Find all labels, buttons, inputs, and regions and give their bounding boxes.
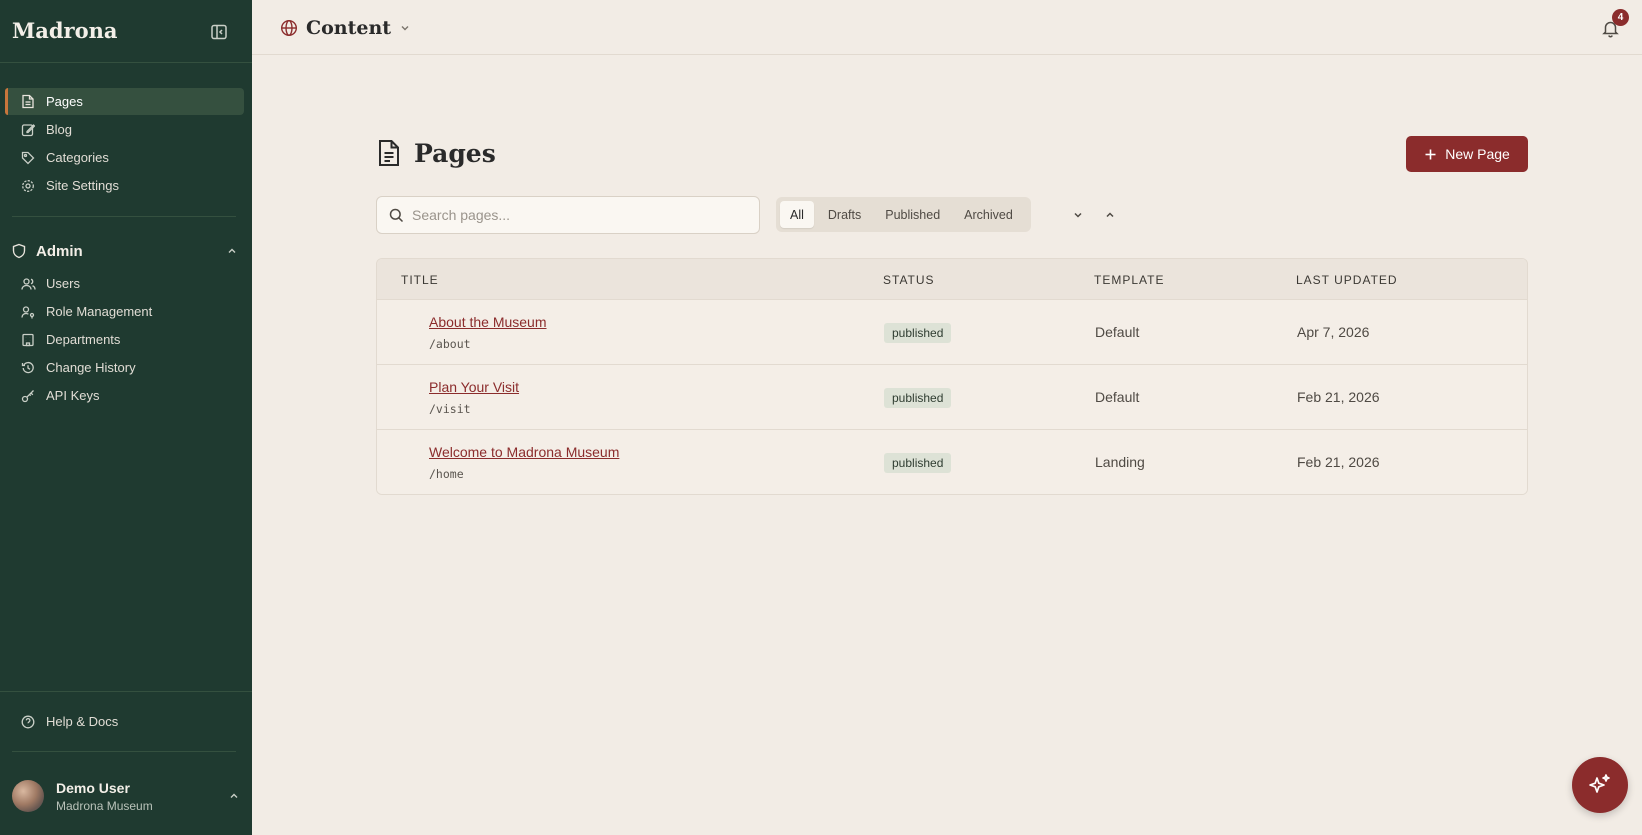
column-template[interactable]: TEMPLATE <box>1094 273 1164 287</box>
search-icon <box>389 208 404 222</box>
new-page-button[interactable]: New Page <box>1406 136 1528 172</box>
sidebar-item-label: Blog <box>46 122 73 137</box>
document-icon <box>379 140 399 166</box>
globe-icon <box>280 19 298 37</box>
sidebar-item-label: Departments <box>46 332 121 347</box>
building-icon <box>20 332 36 348</box>
sidebar-toggle-icon <box>211 24 227 40</box>
workspace-switcher[interactable]: Content <box>280 16 411 40</box>
page-template: Default <box>1095 324 1140 340</box>
sidebar-item-label: Role Management <box>46 304 153 319</box>
admin-section-toggle[interactable]: Admin <box>12 240 238 262</box>
status-badge: published <box>884 453 952 473</box>
topbar: Content 4 <box>252 0 1642 55</box>
sidebar-item-label: Users <box>46 276 80 291</box>
sidebar-item-label: Help & Docs <box>46 714 119 729</box>
user-info: Demo User Madrona Museum <box>56 780 153 813</box>
sidebar-item-pages[interactable]: Pages <box>5 88 244 115</box>
key-icon <box>20 388 36 404</box>
pages-table: TITLE STATUS TEMPLATE LAST UPDATED About… <box>376 258 1528 495</box>
chevron-up-icon <box>228 790 240 802</box>
file-icon <box>20 94 36 110</box>
user-name: Demo User <box>56 779 130 796</box>
sidebar-item-label: Change History <box>46 360 136 375</box>
sidebar-item-label: Categories <box>46 150 109 165</box>
page-slug: /visit <box>429 402 471 416</box>
sidebar-item-api-keys[interactable]: API Keys <box>5 382 244 409</box>
chevron-down-icon <box>401 26 409 31</box>
page-title-link[interactable]: Plan Your Visit <box>429 379 519 395</box>
sparkle-icon <box>1589 774 1610 793</box>
notifications-button[interactable]: 4 <box>1598 9 1629 40</box>
filter-drafts[interactable]: Drafts <box>818 201 871 228</box>
status-badge: published <box>884 388 952 408</box>
history-icon <box>20 360 36 376</box>
page-last-updated: Apr 7, 2026 <box>1297 324 1370 340</box>
page-slug: /about <box>429 337 471 351</box>
avatar <box>12 780 44 812</box>
sidebar-item-change-history[interactable]: Change History <box>5 354 244 381</box>
status-filter-tabs: All Drafts Published Archived <box>776 197 1031 232</box>
ai-assistant-button[interactable] <box>1572 757 1628 813</box>
status-badge: published <box>884 323 952 343</box>
sidebar-item-label: API Keys <box>46 388 100 403</box>
sidebar-item-label: Site Settings <box>46 178 119 193</box>
user-menu[interactable]: Demo User Madrona Museum <box>12 776 240 816</box>
page-template: Default <box>1095 389 1140 405</box>
brand-logo[interactable]: Madrona <box>12 18 117 43</box>
page-title: Pages <box>414 138 496 168</box>
page-slug: /home <box>429 467 464 481</box>
filter-archived[interactable]: Archived <box>954 201 1023 228</box>
sidebar-item-users[interactable]: Users <box>5 270 244 297</box>
tag-icon <box>20 150 36 166</box>
sidebar-item-site-settings[interactable]: Site Settings <box>5 172 244 199</box>
column-last-updated[interactable]: LAST UPDATED <box>1296 273 1398 287</box>
filter-all[interactable]: All <box>780 201 814 228</box>
new-page-label: New Page <box>1445 146 1510 162</box>
page-header: Pages <box>376 137 496 169</box>
edit-icon <box>20 122 36 138</box>
sidebar-item-help[interactable]: Help & Docs <box>5 708 244 735</box>
sidebar-divider <box>0 691 252 692</box>
gear-icon <box>20 178 36 194</box>
column-status[interactable]: STATUS <box>883 273 935 287</box>
table-row[interactable]: Welcome to Madrona Museum /home publishe… <box>377 430 1527 494</box>
sidebar-divider <box>0 62 252 63</box>
page-template: Landing <box>1095 454 1145 470</box>
chevron-up-icon <box>226 245 238 257</box>
sidebar-divider <box>12 216 236 217</box>
sidebar-item-label: Pages <box>46 94 83 109</box>
collapse-sidebar-button[interactable] <box>208 21 230 43</box>
column-title[interactable]: TITLE <box>401 273 439 287</box>
notification-badge: 4 <box>1612 9 1629 26</box>
user-org: Madrona Museum <box>56 798 153 813</box>
sidebar-divider <box>12 751 236 752</box>
table-header: TITLE STATUS TEMPLATE LAST UPDATED <box>377 259 1527 300</box>
chevron-down-icon <box>1074 212 1082 218</box>
chevron-up-icon <box>1106 212 1114 218</box>
search-box[interactable] <box>376 196 760 234</box>
page-title-link[interactable]: Welcome to Madrona Museum <box>429 444 619 460</box>
page-last-updated: Feb 21, 2026 <box>1297 454 1380 470</box>
search-input[interactable] <box>412 207 732 223</box>
sort-ascending-button[interactable] <box>1101 206 1119 224</box>
page-last-updated: Feb 21, 2026 <box>1297 389 1380 405</box>
sidebar-item-departments[interactable]: Departments <box>5 326 244 353</box>
user-key-icon <box>20 304 36 320</box>
users-icon <box>20 276 36 292</box>
table-row[interactable]: Plan Your Visit /visit published Default… <box>377 365 1527 430</box>
sidebar: Madrona Pages Blog Categories Site Setti… <box>0 0 252 835</box>
help-circle-icon <box>20 714 36 730</box>
sidebar-item-role-management[interactable]: Role Management <box>5 298 244 325</box>
sidebar-item-categories[interactable]: Categories <box>5 144 244 171</box>
sort-descending-button[interactable] <box>1069 206 1087 224</box>
plus-icon <box>1425 149 1436 159</box>
shield-icon <box>12 243 28 259</box>
page-title-link[interactable]: About the Museum <box>429 314 547 330</box>
workspace-title: Content <box>306 17 392 39</box>
sidebar-item-blog[interactable]: Blog <box>5 116 244 143</box>
admin-section-title: Admin <box>36 242 83 260</box>
table-row[interactable]: About the Museum /about published Defaul… <box>377 300 1527 365</box>
filter-published[interactable]: Published <box>875 201 950 228</box>
